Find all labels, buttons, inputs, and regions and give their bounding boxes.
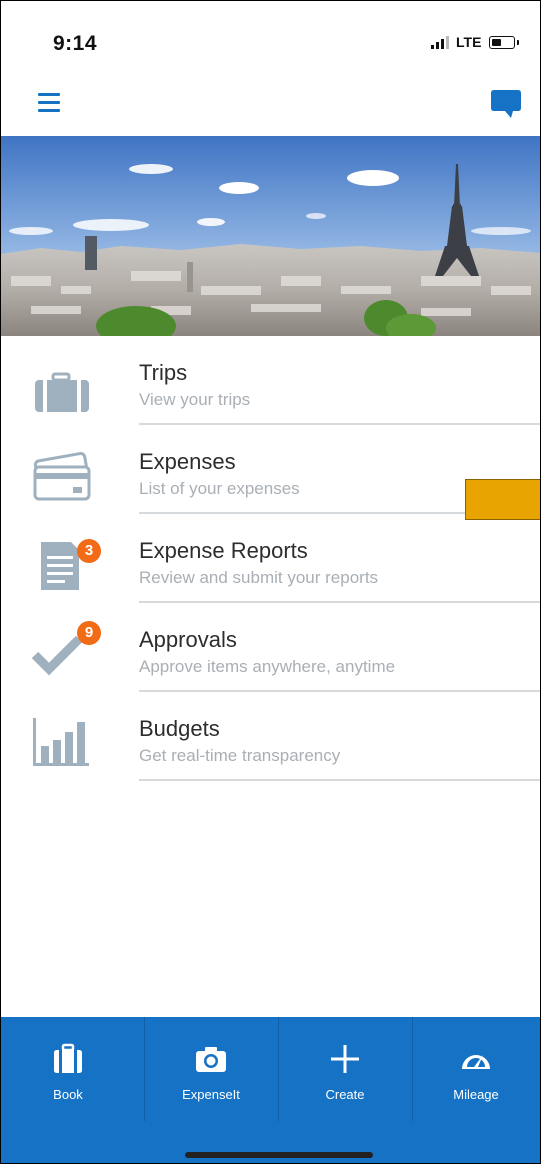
status-indicators: LTE (431, 34, 520, 50)
tab-label: Create (325, 1087, 365, 1102)
status-time: 9:14 (53, 32, 98, 55)
menu-item-subtitle: Approve items anywhere, anytime (139, 657, 396, 676)
tab-mileage[interactable]: Mileage (412, 1017, 540, 1121)
plus-icon (328, 1043, 362, 1075)
badge-count: 3 (77, 539, 101, 563)
menu-item-title: Expenses (139, 449, 236, 474)
speedometer-icon (459, 1043, 493, 1075)
menu-item-title: Trips (139, 360, 188, 385)
menu-item-budgets[interactable]: Budgets Get real-time transparency (1, 692, 540, 781)
divider (139, 779, 540, 781)
briefcase-icon (51, 1043, 85, 1075)
menu-item-trips[interactable]: Trips View your trips (1, 336, 540, 425)
status-bar: 9:14 LTE (1, 1, 540, 81)
highlight-marker (465, 479, 540, 520)
menu-item-title: Expense Reports (139, 538, 308, 563)
tab-label: ExpenseIt (182, 1087, 240, 1102)
hero-image (1, 136, 540, 336)
tab-label: Book (53, 1087, 83, 1102)
badge-count: 9 (77, 621, 101, 645)
app-screen: 9:14 LTE Trips View your trips Expenses … (0, 0, 541, 1164)
battery-icon (489, 35, 520, 49)
credit-card-icon (27, 447, 97, 503)
menu-item-title: Approvals (139, 627, 237, 652)
tab-expenseit[interactable]: ExpenseIt (144, 1017, 278, 1121)
checkmark-icon: 9 (27, 621, 101, 681)
tab-book[interactable]: Book (1, 1017, 135, 1121)
menu-item-expenses[interactable]: Expenses List of your expenses (1, 425, 540, 514)
menu-item-subtitle: Get real-time transparency (139, 746, 341, 765)
menu-item-expense-reports[interactable]: 3 Expense Reports Review and submit your… (1, 514, 540, 603)
menu-item-subtitle: View your trips (139, 390, 251, 409)
document-icon: 3 (27, 536, 101, 592)
tab-create[interactable]: Create (278, 1017, 412, 1121)
chat-bubble-icon[interactable] (489, 88, 523, 120)
tab-label: Mileage (453, 1087, 499, 1102)
menu-item-subtitle: Review and submit your reports (139, 568, 379, 587)
briefcase-icon (27, 358, 97, 414)
hamburger-menu-icon[interactable] (38, 93, 60, 113)
camera-icon (194, 1043, 228, 1075)
menu-item-approvals[interactable]: 9 Approvals Approve items anywhere, anyt… (1, 603, 540, 692)
menu-item-title: Budgets (139, 716, 220, 741)
bottom-tab-bar: Book ExpenseIt Create Mileage (1, 1017, 540, 1163)
signal-icon (431, 35, 449, 49)
menu-item-subtitle: List of your expenses (139, 479, 300, 498)
network-type: LTE (456, 34, 482, 50)
bar-chart-icon (27, 714, 97, 770)
home-indicator[interactable] (185, 1152, 373, 1158)
